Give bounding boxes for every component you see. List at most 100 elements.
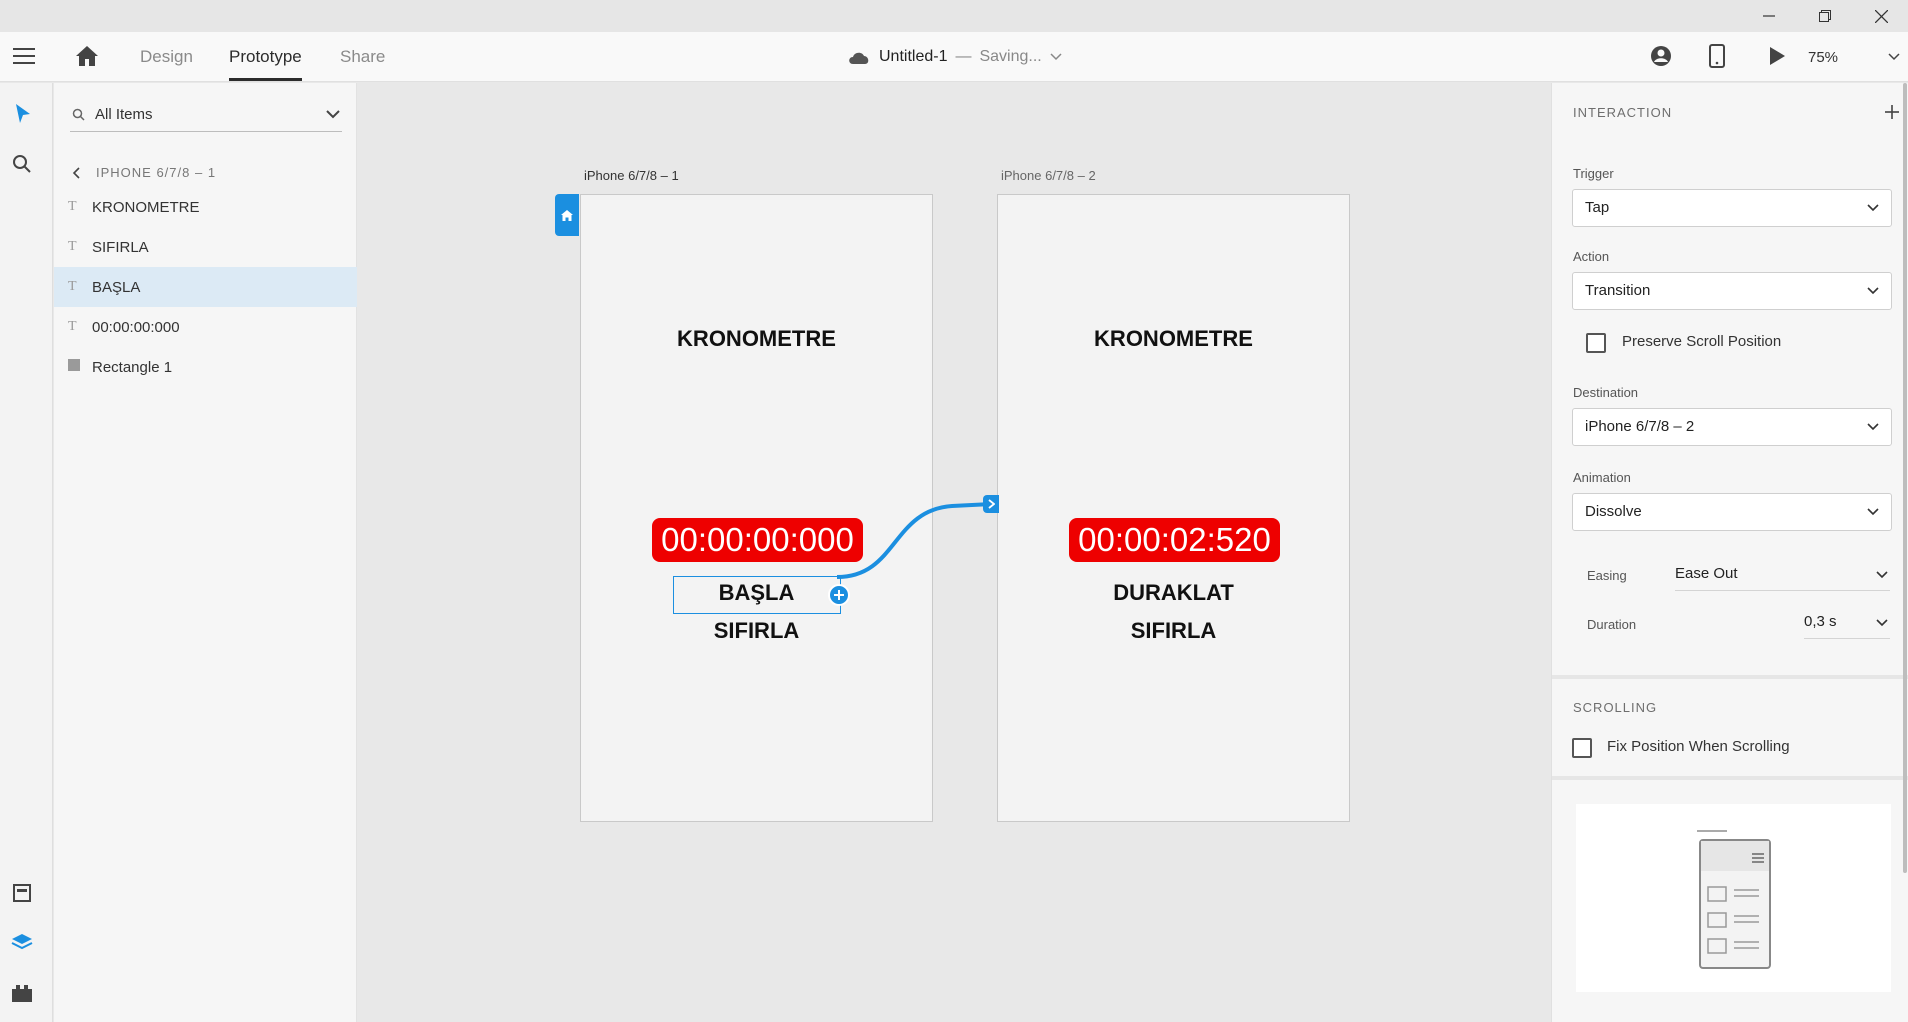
layer-item-rectangle[interactable]: Rectangle 1: [54, 347, 357, 387]
fix-position-checkbox[interactable]: [1572, 738, 1592, 758]
trigger-value: Tap: [1585, 199, 1610, 216]
title-separator: —: [955, 48, 972, 65]
minimize-icon: [1763, 15, 1775, 17]
chevron-down-icon: [1050, 53, 1062, 61]
artboard-iphone-2[interactable]: KRONOMETRE 00:00:02:520 DURAKLAT SIFIRLA: [997, 194, 1350, 822]
easing-label: Easing: [1587, 568, 1627, 583]
home-screen-marker[interactable]: [555, 194, 579, 236]
device-preview-button[interactable]: [1709, 44, 1725, 73]
artboard-label[interactable]: iPhone 6/7/8 – 1: [584, 168, 679, 183]
add-interaction-button[interactable]: [1885, 105, 1899, 124]
layer-label: Rectangle 1: [92, 358, 173, 376]
minimize-button[interactable]: [1741, 0, 1797, 32]
pause-button[interactable]: DURAKLAT: [998, 580, 1349, 606]
document-title-area[interactable]: Untitled-1 — Saving...: [847, 32, 1062, 82]
layer-item-sifirla[interactable]: T SIFIRLA: [54, 227, 357, 267]
interaction-wire[interactable]: [817, 488, 1007, 588]
wire-target[interactable]: [983, 495, 999, 513]
user-share-icon: [1651, 46, 1671, 66]
easing-value: Ease Out: [1675, 565, 1738, 582]
text-icon: T: [68, 239, 77, 254]
section-divider: [1552, 776, 1908, 780]
duration-value: 0,3 s: [1804, 613, 1837, 630]
cloud-icon: [849, 52, 869, 64]
plus-icon: [834, 590, 844, 600]
play-icon: [1770, 47, 1785, 65]
chevron-down-icon: [1888, 53, 1900, 61]
play-preview-button[interactable]: [1768, 46, 1786, 71]
chevron-down-icon: [1867, 287, 1879, 295]
document-assets-icon: [13, 884, 31, 902]
save-status: Saving...: [979, 48, 1042, 65]
layer-label: KRONOMETRE: [92, 198, 200, 216]
chevron-down-icon: [1867, 423, 1879, 431]
layer-item-basla[interactable]: T BAŞLA: [54, 267, 357, 307]
layers-button[interactable]: [11, 933, 33, 958]
text-icon: T: [68, 199, 77, 214]
duration-dropdown[interactable]: 0,3 s: [1804, 609, 1890, 639]
close-icon: [1874, 9, 1888, 23]
share-for-review-button[interactable]: [1650, 45, 1672, 72]
chevron-down-icon: [326, 110, 340, 119]
title-bar: [0, 0, 1908, 32]
chevron-down-icon: [1876, 571, 1888, 579]
trigger-dropdown[interactable]: Tap: [1572, 189, 1892, 227]
document-title: Untitled-1: [879, 48, 948, 65]
tab-design[interactable]: Design: [140, 32, 193, 82]
assets-button[interactable]: [12, 883, 32, 908]
animation-dropdown[interactable]: Dissolve: [1572, 493, 1892, 531]
reset-button[interactable]: SIFIRLA: [998, 618, 1349, 644]
artboard-label[interactable]: iPhone 6/7/8 – 2: [1001, 168, 1096, 183]
breadcrumb-label: IPHONE 6/7/8 – 1: [96, 165, 217, 180]
zoom-value: 75%: [1808, 48, 1839, 66]
scroll-illustration: [1576, 804, 1891, 992]
duration-label: Duration: [1587, 617, 1637, 632]
chevron-down-icon: [1867, 508, 1879, 516]
home-button[interactable]: [75, 45, 99, 72]
plus-icon: [1885, 105, 1899, 119]
close-button[interactable]: [1853, 0, 1908, 32]
layers-breadcrumb[interactable]: IPHONE 6/7/8 – 1: [72, 165, 216, 180]
select-tool[interactable]: [13, 103, 31, 130]
fix-position-label: Fix Position When Scrolling: [1607, 738, 1790, 755]
layer-item-kronometre[interactable]: T KRONOMETRE: [54, 187, 357, 227]
restore-button[interactable]: [1797, 0, 1853, 32]
layers-filter[interactable]: All Items: [70, 98, 342, 132]
home-icon: [561, 209, 573, 221]
app-toolbar: Design Prototype Share Untitled-1 — Savi…: [0, 32, 1908, 82]
chevron-down-icon: [1867, 204, 1879, 212]
plugins-button[interactable]: [11, 983, 33, 1008]
layer-label: BAŞLA: [92, 278, 141, 296]
section-title: SCROLLING: [1573, 700, 1658, 715]
text-icon: T: [68, 319, 77, 334]
chevron-left-icon: [72, 166, 80, 179]
easing-dropdown[interactable]: Ease Out: [1675, 561, 1890, 591]
tab-prototype[interactable]: Prototype: [229, 32, 302, 82]
mobile-device-icon: [1709, 44, 1725, 68]
home-icon: [76, 46, 98, 66]
design-canvas[interactable]: iPhone 6/7/8 – 1 KRONOMETRE 00:00:00:000…: [357, 83, 1551, 1022]
search-icon: [13, 155, 31, 173]
preserve-scroll-checkbox[interactable]: [1586, 333, 1606, 353]
menu-button[interactable]: [13, 47, 35, 70]
action-value: Transition: [1585, 282, 1651, 299]
tool-rail: [0, 83, 53, 1022]
chevron-down-icon: [1876, 619, 1888, 627]
phone-scroll-illustration-icon: [1697, 830, 1771, 969]
hamburger-icon: [13, 48, 35, 64]
zoom-tool[interactable]: [12, 154, 32, 179]
wire-handle[interactable]: [828, 584, 850, 606]
destination-dropdown[interactable]: iPhone 6/7/8 – 2: [1572, 408, 1892, 446]
plugin-icon: [12, 985, 32, 1002]
layers-panel: All Items IPHONE 6/7/8 – 1 T KRONOMETRE …: [54, 83, 357, 1022]
action-dropdown[interactable]: Transition: [1572, 272, 1892, 310]
zoom-select[interactable]: 75%: [1808, 32, 1900, 82]
panel-scrollbar[interactable]: [1903, 83, 1907, 873]
reset-button[interactable]: SIFIRLA: [581, 618, 932, 644]
layer-label: 00:00:00:000: [92, 318, 180, 336]
action-label: Action: [1573, 249, 1610, 264]
destination-value: iPhone 6/7/8 – 2: [1585, 418, 1695, 435]
app-title: KRONOMETRE: [677, 326, 836, 351]
tab-share[interactable]: Share: [340, 32, 385, 82]
layer-item-timer[interactable]: T 00:00:00:000: [54, 307, 357, 347]
